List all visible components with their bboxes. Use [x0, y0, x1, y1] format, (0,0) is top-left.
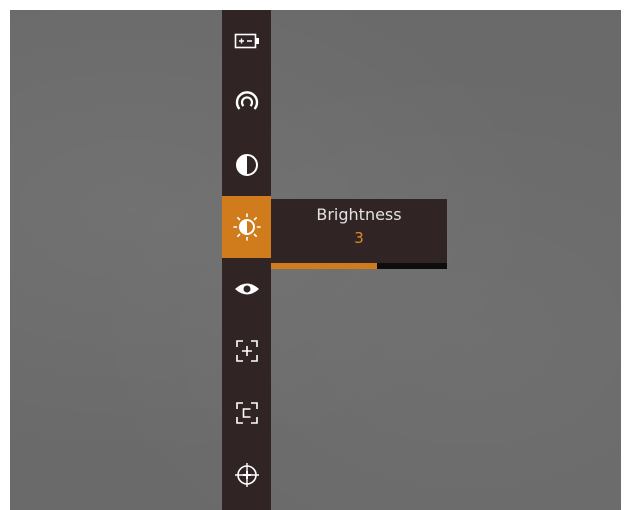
menu-item-hotspot[interactable] [222, 72, 271, 134]
menu-item-eye[interactable] [222, 258, 271, 320]
eye-icon [234, 283, 259, 295]
hotspot-tracking-icon [235, 91, 258, 110]
calibration-icon [235, 402, 258, 424]
brightness-popup: Brightness 3 [271, 199, 447, 269]
menu-item-calibration[interactable] [222, 382, 271, 444]
zoom-in-icon [235, 340, 258, 362]
contrast-icon [235, 154, 258, 176]
brightness-value: 3 [354, 229, 364, 247]
brightness-level-bar[interactable] [271, 263, 447, 269]
menu-item-battery[interactable] [222, 10, 271, 72]
menu-item-contrast[interactable] [222, 134, 271, 196]
crosshair-icon [234, 463, 259, 487]
brightness-title: Brightness [316, 205, 402, 224]
brightness-icon [232, 213, 261, 241]
battery-icon [234, 33, 259, 49]
menu-item-crosshair[interactable] [222, 444, 271, 506]
side-menu [222, 10, 271, 510]
menu-item-brightness[interactable] [222, 196, 271, 258]
menu-item-zoom[interactable] [222, 320, 271, 382]
thermal-viewport: Brightness 3 [10, 10, 621, 510]
brightness-level-fill [271, 263, 377, 269]
